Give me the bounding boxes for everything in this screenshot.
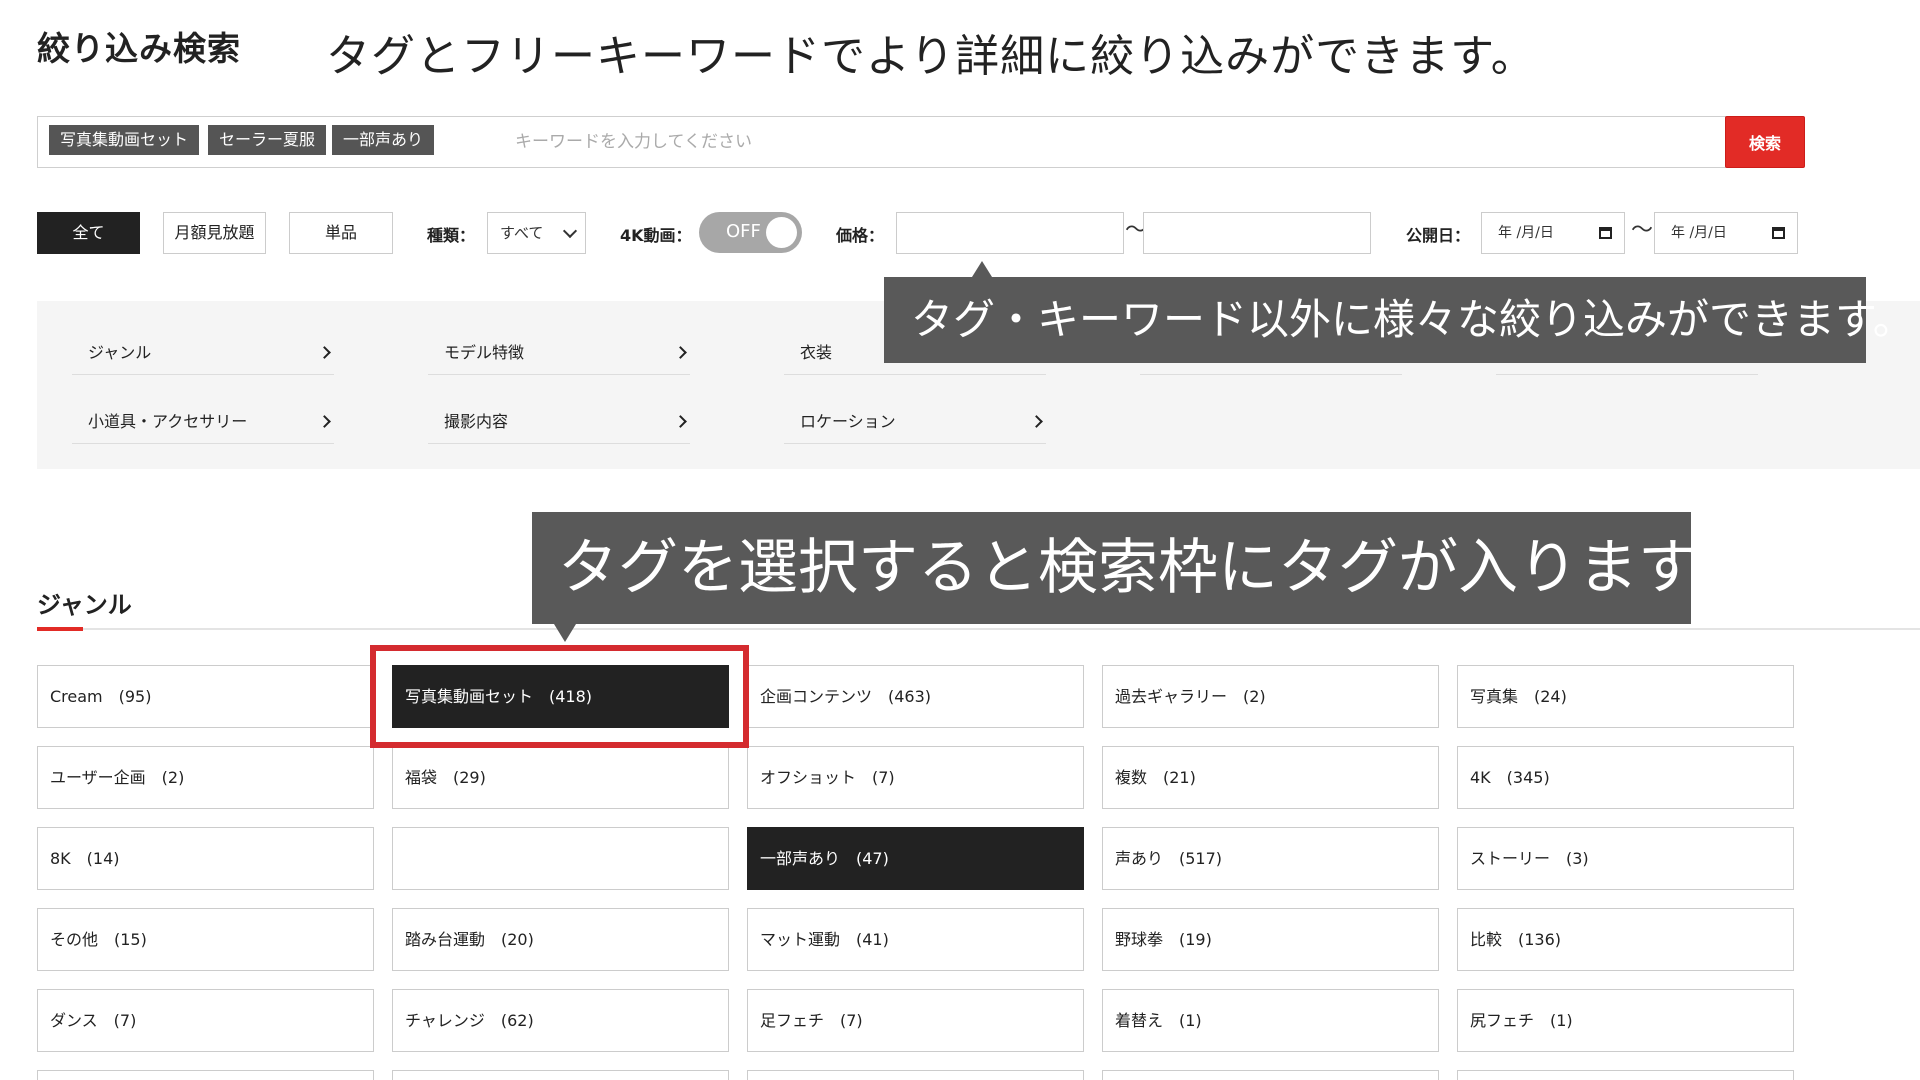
tag-button[interactable]	[747, 1070, 1084, 1080]
date-range-separator: 〜	[1631, 218, 1654, 243]
category-label: ジャンル	[88, 343, 152, 362]
date-to-input[interactable]: 年 /月/日	[1654, 212, 1798, 254]
date-to-value: 年 /月/日	[1671, 225, 1727, 241]
tag-button[interactable]: 足フェチ (7)	[747, 989, 1084, 1052]
selected-tag-highlight	[370, 645, 749, 748]
section-accent-bar	[37, 627, 83, 631]
date-from-value: 年 /月/日	[1498, 225, 1554, 241]
date-from-input[interactable]: 年 /月/日	[1481, 212, 1625, 254]
calendar-icon[interactable]	[1599, 227, 1612, 239]
section-divider	[37, 628, 1920, 630]
filters-annotation-callout: タグ・キーワード以外に様々な絞り込みができます。	[884, 261, 1915, 363]
tag-button[interactable]: 複数 (21)	[1102, 746, 1439, 809]
chevron-right-icon	[318, 346, 331, 359]
chevron-right-icon	[674, 346, 687, 359]
chevron-down-icon	[562, 223, 578, 239]
category-model-traits[interactable]: モデル特徴	[428, 333, 690, 375]
kind-label: 種類：	[427, 226, 476, 245]
video4k-label: 4K動画：	[620, 226, 692, 245]
tag-button[interactable]: 企画コンテンツ (463)	[747, 665, 1084, 728]
tag-button[interactable]: 過去ギャラリー (2)	[1102, 665, 1439, 728]
kind-select[interactable]: すべて	[487, 212, 586, 254]
search-bar: 写真集動画セット セーラー夏服 一部声あり	[37, 116, 1726, 168]
page-title: 絞り込み検索	[37, 29, 241, 68]
release-date-label: 公開日：	[1406, 226, 1471, 245]
tag-button[interactable]: 野球拳 (19)	[1102, 908, 1439, 971]
tag-annotation-text: タグを選択すると検索枠にタグが入ります	[558, 533, 1698, 603]
filter-all-button[interactable]: 全て	[37, 212, 140, 254]
tag-button[interactable]	[37, 1070, 374, 1080]
price-min-input[interactable]	[896, 212, 1124, 254]
tag-button[interactable]	[1457, 1070, 1794, 1080]
tag-button[interactable]: 比較 (136)	[1457, 908, 1794, 971]
tag-button[interactable]: 尻フェチ (1)	[1457, 989, 1794, 1052]
callout-pointer	[554, 624, 576, 642]
category-props-accessories[interactable]: 小道具・アクセサリー	[72, 402, 334, 444]
tag-button[interactable]: ストーリー (3)	[1457, 827, 1794, 890]
search-tag-chip[interactable]: 写真集動画セット	[49, 125, 200, 155]
category-shoot-content[interactable]: 撮影内容	[428, 402, 690, 444]
category-location[interactable]: ロケーション	[784, 402, 1046, 444]
tag-button[interactable]	[392, 827, 729, 890]
tag-button[interactable]: 写真集 (24)	[1457, 665, 1794, 728]
filters-annotation-text: タグ・キーワード以外に様々な絞り込みができます。	[911, 295, 1915, 344]
tag-button[interactable]: ダンス (7)	[37, 989, 374, 1052]
search-button[interactable]: 検索	[1725, 116, 1805, 168]
price-max-input[interactable]	[1143, 212, 1371, 254]
tag-button[interactable]: チャレンジ (62)	[392, 989, 729, 1052]
tag-button[interactable]: 踏み台運動 (20)	[392, 908, 729, 971]
chevron-right-icon	[674, 415, 687, 428]
tag-button[interactable]	[1102, 1070, 1439, 1080]
calendar-icon[interactable]	[1772, 227, 1785, 239]
section-title: ジャンル	[37, 591, 132, 619]
category-divider	[1496, 374, 1758, 375]
tag-button[interactable]: オフショット (7)	[747, 746, 1084, 809]
price-label: 価格：	[836, 226, 885, 245]
tag-button[interactable]: その他 (15)	[37, 908, 374, 971]
filter-subscription-button[interactable]: 月額見放題	[163, 212, 266, 254]
category-label: 小道具・アクセサリー	[88, 412, 248, 431]
chevron-right-icon	[318, 415, 331, 428]
category-label: ロケーション	[800, 412, 896, 431]
tag-button[interactable]: マット運動 (41)	[747, 908, 1084, 971]
search-tag-chip[interactable]: セーラー夏服	[208, 125, 327, 155]
callout-pointer	[972, 261, 992, 277]
search-tag-chip[interactable]: 一部声あり	[332, 125, 435, 155]
search-input[interactable]	[475, 117, 1715, 167]
tag-button[interactable]: 声あり (517)	[1102, 827, 1439, 890]
video4k-toggle[interactable]: OFF	[699, 212, 802, 253]
tag-annotation-callout: タグを選択すると検索枠にタグが入ります	[532, 512, 1698, 642]
category-label: 衣装	[800, 343, 833, 362]
tag-button[interactable]: 着替え (1)	[1102, 989, 1439, 1052]
category-label: 撮影内容	[444, 412, 509, 431]
tag-button[interactable]: 8K (14)	[37, 827, 374, 890]
category-genre[interactable]: ジャンル	[72, 333, 334, 375]
page-caption: タグとフリーキーワードでより詳細に絞り込みができます。	[326, 31, 1536, 82]
category-label: モデル特徴	[444, 343, 525, 362]
tag-button[interactable]: ユーザー企画 (2)	[37, 746, 374, 809]
tag-button[interactable]: 一部声あり (47)	[747, 827, 1084, 890]
toggle-knob	[766, 217, 797, 248]
toggle-state-text: OFF	[726, 221, 761, 242]
tag-button[interactable]: 福袋 (29)	[392, 746, 729, 809]
kind-select-value: すべて	[500, 224, 544, 242]
filter-single-button[interactable]: 単品	[289, 212, 393, 254]
category-divider	[1140, 374, 1402, 375]
tag-button[interactable]	[392, 1070, 729, 1080]
tag-button[interactable]: Cream (95)	[37, 665, 374, 728]
tag-button[interactable]: 4K (345)	[1457, 746, 1794, 809]
chevron-right-icon	[1030, 415, 1043, 428]
